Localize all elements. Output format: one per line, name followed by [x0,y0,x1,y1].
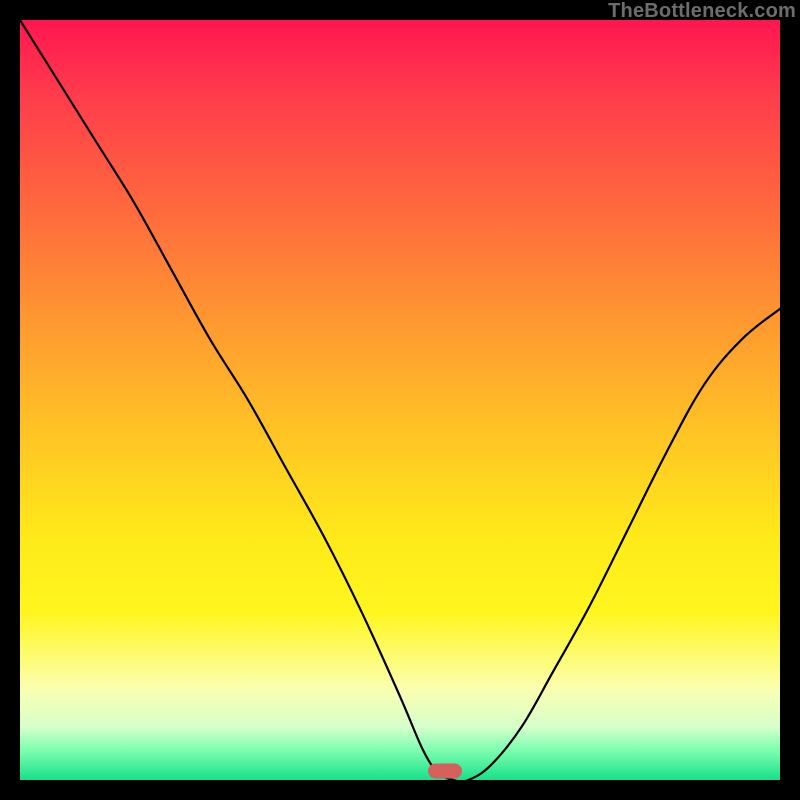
plot-area [20,20,780,780]
bottleneck-curve [20,20,780,780]
curve-layer [20,20,780,780]
chart-frame: TheBottleneck.com [0,0,800,800]
optimum-marker [428,763,462,778]
watermark-text: TheBottleneck.com [608,0,796,23]
